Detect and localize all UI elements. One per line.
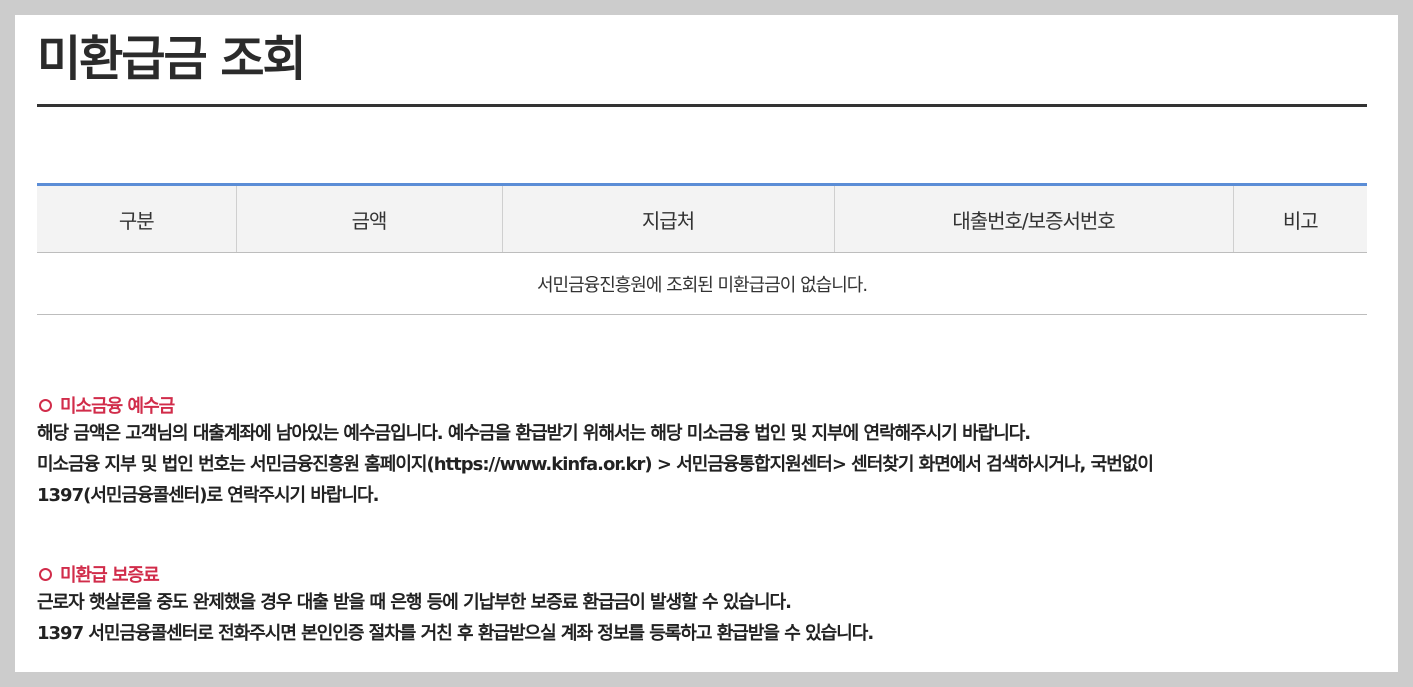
- info-text-line: 1397 서민금융콜센터로 전화주시면 본인인증 절차를 거친 후 환급받으실 …: [37, 623, 874, 644]
- column-header-loan-number: 대출번호/보증서번호: [833, 184, 1233, 253]
- content-panel: 미환급금 조회 구분 금액 지급처 대출번호/보증서번호 비고 서민금융진흥원에…: [15, 15, 1398, 672]
- info-text-line: 1397(서민금융콜센터)로 연락주시기 바랍니다.: [37, 485, 379, 506]
- info-text-line: 근로자 햇살론을 중도 완제했을 경우 대출 받을 때 은행 등에 기납부한 보…: [37, 592, 792, 613]
- refund-table: 구분 금액 지급처 대출번호/보증서번호 비고 서민금융진흥원에 조회된 미환급…: [37, 183, 1367, 315]
- section-heading-text: 미소금융 예수금: [60, 396, 175, 417]
- circle-bullet-icon: [39, 398, 52, 412]
- info-section-deposit: 미소금융 예수금 해당 금액은 고객님의 대출계좌에 남아있는 예수금입니다. …: [37, 392, 1367, 511]
- circle-bullet-icon: [39, 567, 52, 581]
- info-section-guarantee-fee: 미환급 보증료 근로자 햇살론을 중도 완제했을 경우 대출 받을 때 은행 등…: [37, 561, 1367, 649]
- empty-result-message: 서민금융진흥원에 조회된 미환급금이 없습니다.: [37, 252, 1367, 315]
- section-heading: 미소금융 예수금: [37, 392, 1367, 418]
- section-heading: 미환급 보증료: [37, 561, 1367, 587]
- info-text-line: 해당 금액은 고객님의 대출계좌에 남아있는 예수금입니다. 예수금을 환급받기…: [37, 423, 1031, 444]
- column-header-payer: 지급처: [501, 184, 834, 253]
- column-header-amount: 금액: [235, 184, 502, 253]
- title-divider: [37, 104, 1367, 107]
- table-header-row: 구분 금액 지급처 대출번호/보증서번호 비고: [37, 184, 1367, 253]
- column-header-category: 구분: [37, 184, 236, 253]
- column-header-note: 비고: [1232, 184, 1367, 253]
- section-heading-text: 미환급 보증료: [60, 565, 160, 586]
- table-row: 서민금융진흥원에 조회된 미환급금이 없습니다.: [37, 252, 1367, 315]
- page-title: 미환급금 조회: [37, 31, 307, 87]
- info-text-line: 미소금융 지부 및 법인 번호는 서민금융진흥원 홈페이지(https://ww…: [37, 454, 1154, 475]
